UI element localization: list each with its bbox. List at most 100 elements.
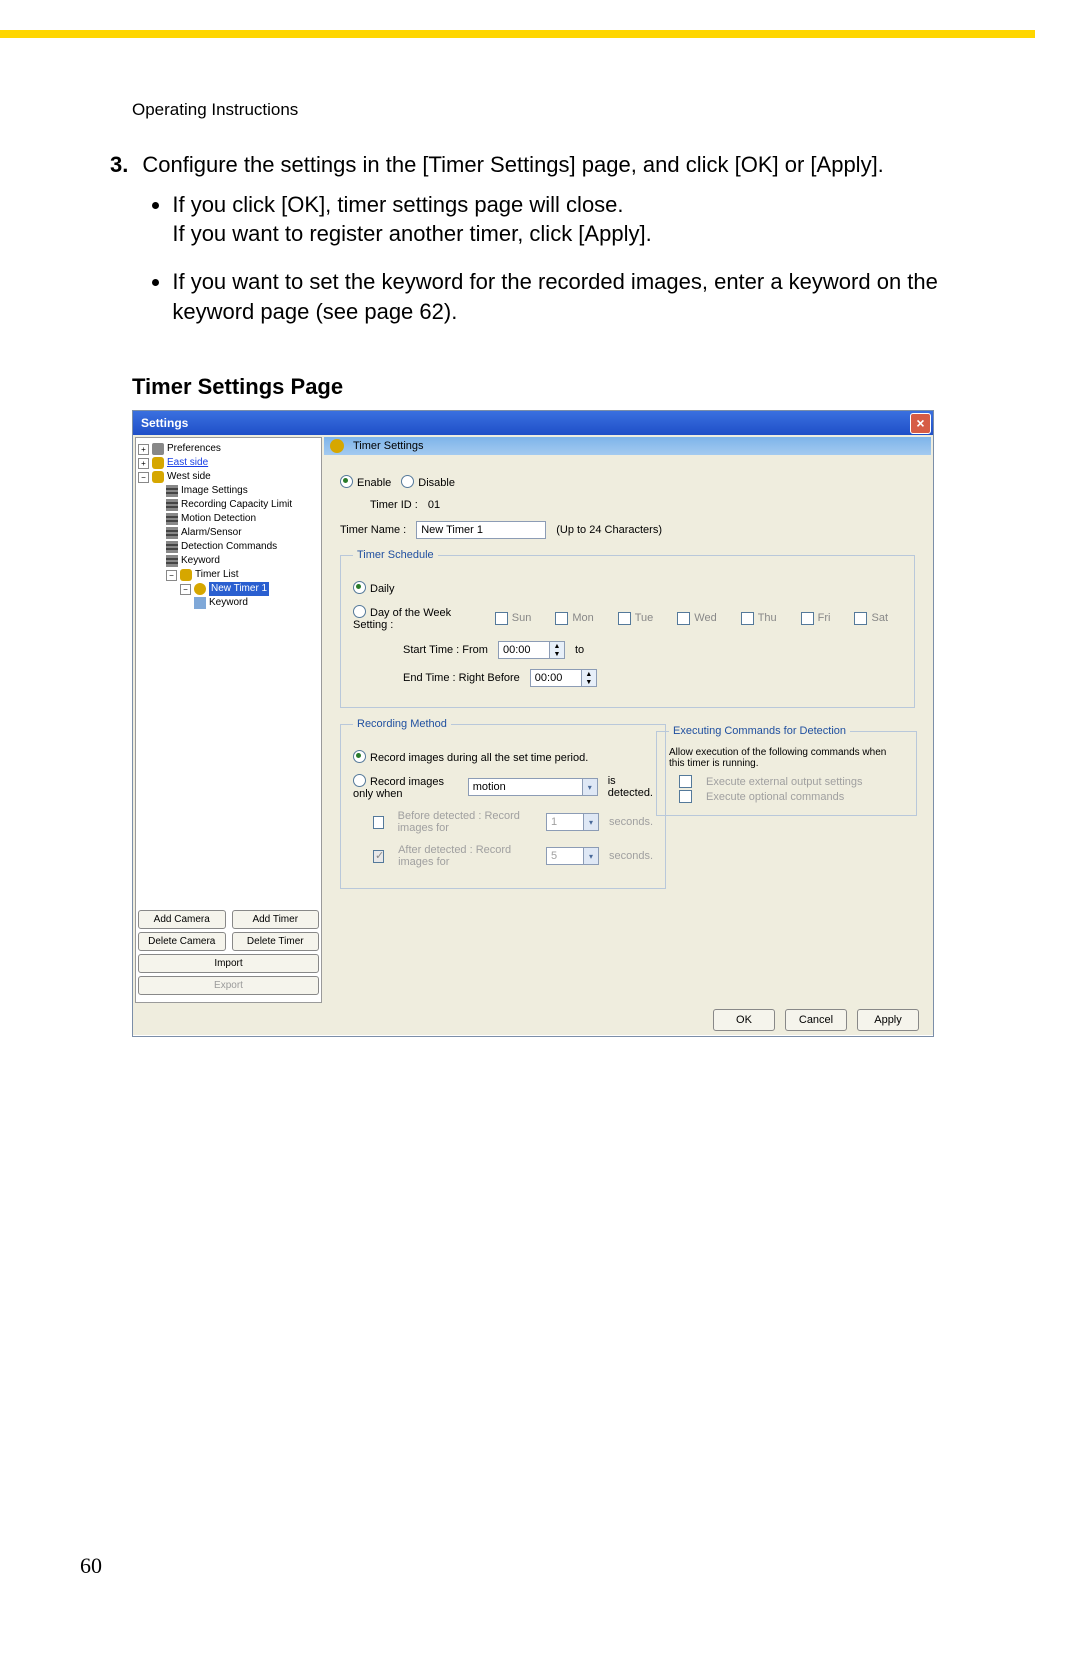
timer-name-label: Timer Name : bbox=[340, 524, 406, 536]
camera-icon bbox=[152, 471, 164, 483]
settings-item-icon bbox=[166, 513, 178, 525]
camera-icon bbox=[180, 569, 192, 581]
day-wed[interactable]: Wed bbox=[677, 612, 716, 625]
enable-radio[interactable]: Enable bbox=[340, 475, 391, 489]
daily-radio[interactable]: Daily bbox=[353, 581, 394, 595]
after-detect-check: ✓ bbox=[373, 850, 384, 863]
panel-body: Enable Disable Timer ID : 01 Timer Name … bbox=[324, 455, 931, 1003]
delete-camera-button[interactable]: Delete Camera bbox=[138, 932, 226, 951]
day-thu[interactable]: Thu bbox=[741, 612, 777, 625]
close-icon[interactable]: × bbox=[910, 413, 931, 434]
collapse-icon[interactable]: − bbox=[138, 472, 149, 483]
step-bullets: If you click [OK], timer settings page w… bbox=[142, 190, 970, 327]
dialog-titlebar[interactable]: Settings × bbox=[133, 411, 933, 435]
wrench-icon bbox=[152, 443, 164, 455]
tree-timer-keyword[interactable]: Keyword bbox=[209, 596, 248, 610]
clock-icon bbox=[330, 439, 344, 453]
spin-down-icon: ▼ bbox=[582, 678, 596, 686]
day-sun[interactable]: Sun bbox=[495, 612, 532, 625]
keyword-icon bbox=[194, 597, 206, 609]
start-time-input[interactable]: 00:00▲▼ bbox=[498, 641, 565, 659]
chevron-down-icon: ▾ bbox=[584, 813, 599, 831]
expand-icon[interactable]: + bbox=[138, 444, 149, 455]
executing-commands-fieldset: Executing Commands for Detection Allow e… bbox=[656, 725, 917, 816]
step-number: 3. bbox=[110, 150, 128, 344]
to-label: to bbox=[575, 644, 584, 656]
before-detect-label: Before detected : Record images for bbox=[398, 810, 536, 834]
timer-schedule-fieldset: Timer Schedule Daily Day of the Week Set… bbox=[340, 549, 915, 708]
page: Operating Instructions 3. Configure the … bbox=[0, 0, 1080, 1669]
bullet-1: If you click [OK], timer settings page w… bbox=[172, 190, 970, 249]
timer-schedule-legend: Timer Schedule bbox=[353, 549, 438, 561]
tree-west-side[interactable]: West side bbox=[167, 470, 211, 484]
day-tue[interactable]: Tue bbox=[618, 612, 654, 625]
tree-motion-detection[interactable]: Motion Detection bbox=[181, 512, 256, 526]
collapse-icon[interactable]: − bbox=[180, 584, 191, 595]
panel-title-bar: Timer Settings bbox=[324, 437, 931, 455]
chevron-down-icon: ▾ bbox=[584, 847, 599, 865]
timer-settings-panel: Timer Settings Enable Disable Timer ID :… bbox=[322, 435, 933, 1005]
timer-name-input[interactable]: New Timer 1 bbox=[416, 521, 546, 539]
step-text: Configure the settings in the [Timer Set… bbox=[142, 150, 970, 180]
tree-alarm-sensor[interactable]: Alarm/Sensor bbox=[181, 526, 242, 540]
before-seconds-input: 1 bbox=[546, 813, 584, 831]
executing-commands-legend: Executing Commands for Detection bbox=[669, 725, 850, 737]
is-detected-label: is detected. bbox=[608, 775, 653, 799]
camera-icon bbox=[152, 457, 164, 469]
expand-icon[interactable]: + bbox=[138, 458, 149, 469]
detection-type-select[interactable]: motion▾ bbox=[468, 778, 598, 796]
add-camera-button[interactable]: Add Camera bbox=[138, 910, 226, 929]
delete-timer-button[interactable]: Delete Timer bbox=[232, 932, 320, 951]
settings-tree[interactable]: + Preferences + East side − West side Image… bbox=[136, 438, 321, 906]
apply-button[interactable]: Apply bbox=[857, 1009, 919, 1031]
day-sat[interactable]: Sat bbox=[854, 612, 888, 625]
settings-item-icon bbox=[166, 541, 178, 553]
disable-radio[interactable]: Disable bbox=[401, 475, 455, 489]
ok-button[interactable]: OK bbox=[713, 1009, 775, 1031]
export-button: Export bbox=[138, 976, 319, 995]
day-mon[interactable]: Mon bbox=[555, 612, 593, 625]
sidebar-buttons: Add Camera Add Timer Delete Camera Delet… bbox=[136, 906, 321, 1002]
recording-method-fieldset: Recording Method Record images during al… bbox=[340, 718, 666, 889]
tree-recording-capacity[interactable]: Recording Capacity Limit bbox=[181, 498, 292, 512]
tree-timer-list[interactable]: Timer List bbox=[195, 568, 239, 582]
section-title: Timer Settings Page bbox=[132, 374, 970, 400]
dialog-body: + Preferences + East side − West side Image… bbox=[133, 435, 933, 1005]
settings-item-icon bbox=[166, 485, 178, 497]
exec-desc: Allow execution of the following command… bbox=[669, 747, 904, 769]
after-seconds-input: 5 bbox=[546, 847, 584, 865]
cancel-button[interactable]: Cancel bbox=[785, 1009, 847, 1031]
tree-east-side[interactable]: East side bbox=[167, 456, 208, 470]
tree-image-settings[interactable]: Image Settings bbox=[181, 484, 248, 498]
import-button[interactable]: Import bbox=[138, 954, 319, 973]
exec-optional-label: Execute optional commands bbox=[706, 791, 844, 803]
tree-new-timer-1[interactable]: New Timer 1 bbox=[209, 582, 269, 596]
spin-up-icon: ▲ bbox=[582, 670, 596, 678]
dialog-footer: OK Cancel Apply bbox=[133, 1005, 933, 1035]
add-timer-button[interactable]: Add Timer bbox=[232, 910, 320, 929]
tree-preferences[interactable]: Preferences bbox=[167, 442, 221, 456]
timer-id-label: Timer ID : bbox=[370, 499, 418, 511]
chevron-down-icon: ▾ bbox=[583, 778, 598, 796]
page-number: 60 bbox=[80, 1553, 102, 1579]
day-fri[interactable]: Fri bbox=[801, 612, 831, 625]
end-time-input[interactable]: 00:00▲▼ bbox=[530, 669, 597, 687]
clock-icon bbox=[194, 583, 206, 595]
tree-detection-commands[interactable]: Detection Commands bbox=[181, 540, 277, 554]
start-time-label: Start Time : From bbox=[403, 644, 488, 656]
spin-down-icon: ▼ bbox=[550, 650, 564, 658]
after-detect-label: After detected : Record images for bbox=[398, 844, 536, 868]
end-time-label: End Time : Right Before bbox=[403, 672, 520, 684]
record-on-detect-radio[interactable]: Record images only when bbox=[353, 774, 458, 800]
recording-method-legend: Recording Method bbox=[353, 718, 451, 730]
dialog-title: Settings bbox=[141, 416, 188, 430]
tree-keyword[interactable]: Keyword bbox=[181, 554, 220, 568]
collapse-icon[interactable]: − bbox=[166, 570, 177, 581]
settings-tree-sidebar: + Preferences + East side − West side Image… bbox=[135, 437, 322, 1003]
dow-radio[interactable]: Day of the Week Setting : bbox=[353, 605, 485, 631]
timer-name-hint: (Up to 24 Characters) bbox=[556, 524, 662, 536]
settings-item-icon bbox=[166, 527, 178, 539]
exec-external-label: Execute external output settings bbox=[706, 776, 863, 788]
settings-dialog: Settings × + Preferences + East side − West… bbox=[132, 410, 934, 1037]
record-all-radio[interactable]: Record images during all the set time pe… bbox=[353, 750, 588, 764]
